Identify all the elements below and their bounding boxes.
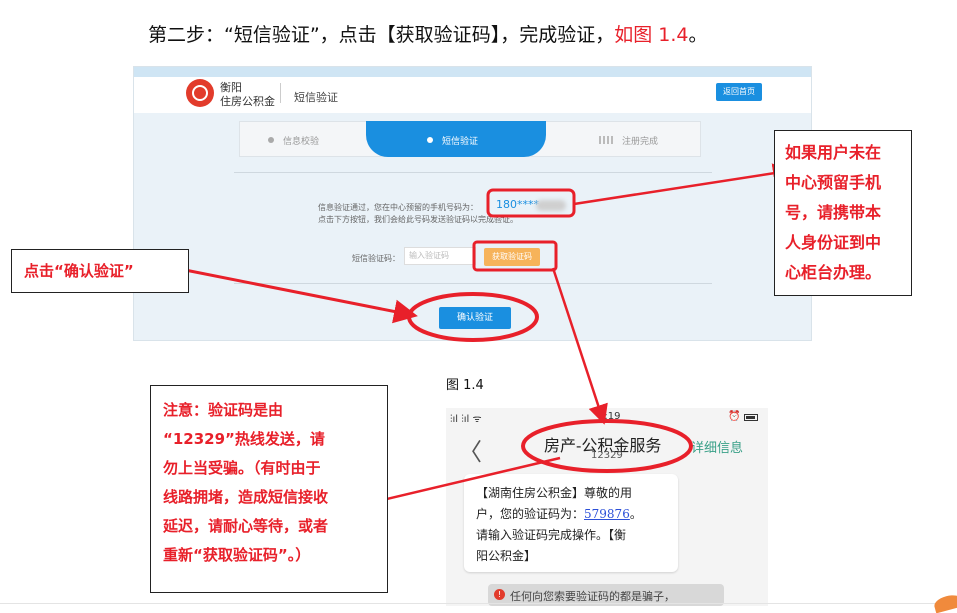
confirm-button-highlight xyxy=(407,292,539,342)
callout-line: 中心预留手机 xyxy=(785,173,882,192)
get-code-highlight xyxy=(472,240,558,272)
callout-line: 重新“获取验证码”。） xyxy=(163,546,311,564)
callout-line: 勿上当受骗。（有时由于 xyxy=(163,459,321,477)
arrow-to-bottom-callout xyxy=(365,456,561,510)
callout-confirm: 点击“确认验证” xyxy=(11,249,189,293)
callout-line: 如果用户未在 xyxy=(785,143,882,162)
arrow-to-sender xyxy=(551,267,608,425)
callout-line: 延迟，请耐心等待，或者 xyxy=(163,517,329,535)
callout-line: 注意：验证码是由 xyxy=(163,401,284,419)
sender-highlight xyxy=(521,419,693,473)
callout-line: 心柜台办理。 xyxy=(785,263,882,282)
page-bottom-line xyxy=(0,603,957,604)
callout-sms-notice: 注意：验证码是由 “12329”热线发送，请 勿上当受骗。（有时由于 线路拥堵，… xyxy=(150,385,388,593)
phone-number-highlight xyxy=(486,188,576,218)
callout-line: 线路拥堵，造成短信接收 xyxy=(163,488,329,506)
callout-line: 人身份证到中 xyxy=(785,233,882,252)
arrow-to-right-callout xyxy=(573,163,793,206)
callout-line: 号，请携带本 xyxy=(785,203,882,222)
callout-line: “12329”热线发送，请 xyxy=(163,430,325,448)
annotation-overlay xyxy=(174,163,793,510)
callout-no-phone: 如果用户未在 中心预留手机 号，请携带本 人身份证到中 心柜台办理。 xyxy=(774,130,912,296)
arrow-to-confirm xyxy=(174,266,418,324)
